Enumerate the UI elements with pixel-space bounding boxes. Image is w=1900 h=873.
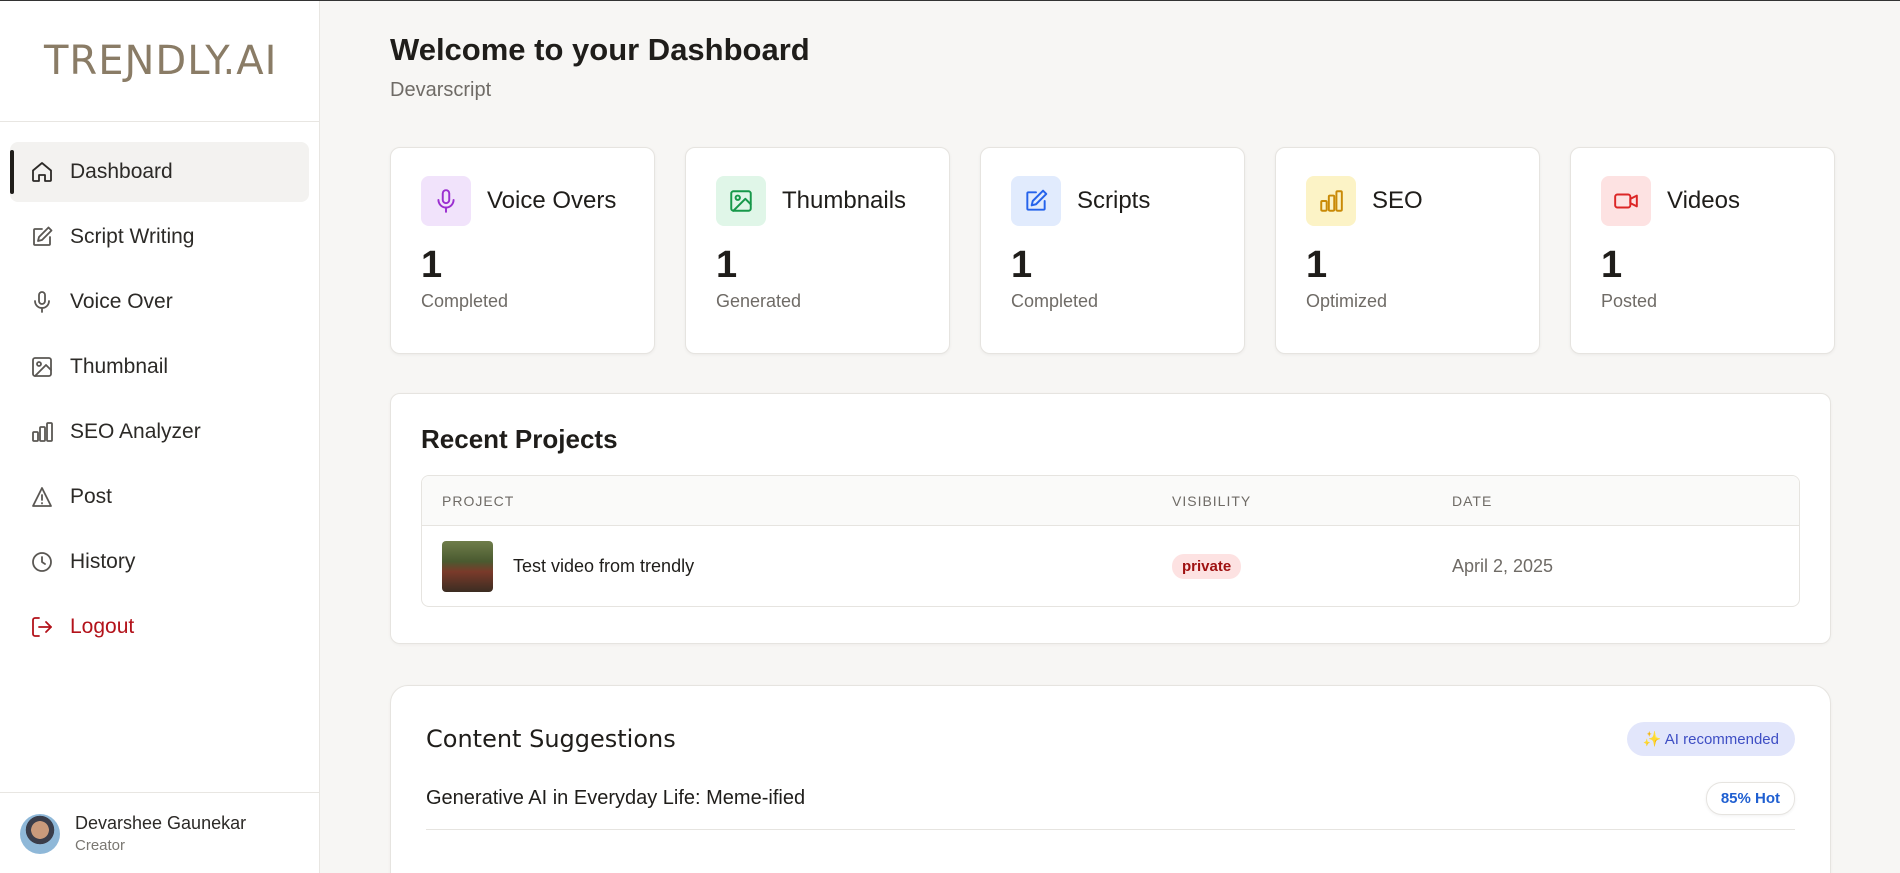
edit-icon	[30, 225, 54, 249]
stat-desc: Optimized	[1306, 291, 1388, 311]
stat-card-seo[interactable]: SEO 1 Optimized	[1275, 147, 1540, 354]
avatar	[20, 813, 60, 854]
edit-icon	[1011, 176, 1061, 226]
table-row[interactable]: Test video from trendly private April 2,…	[422, 526, 1799, 606]
profile-name: Devarshee Gaunekar	[75, 813, 247, 833]
sidebar-item-label: Thumbnail	[70, 355, 169, 378]
sidebar-item-history[interactable]: History	[10, 532, 309, 592]
page-subtitle: Devarscript	[390, 79, 492, 101]
sidebar-item-label: SEO Analyzer	[70, 420, 201, 443]
column-header-visibility: VISIBILITY	[1172, 492, 1252, 509]
stat-value: 1	[1011, 244, 1033, 286]
project-name[interactable]: Test video from trendly	[513, 556, 694, 577]
sidebar-item-script-writing[interactable]: Script Writing	[10, 207, 309, 267]
sidebar-item-label: Script Writing	[70, 225, 195, 248]
suggestion-title: Generative AI in Everyday Life: Meme-ifi…	[426, 787, 806, 809]
bar-chart-icon	[30, 420, 54, 444]
navigation-icon	[30, 485, 54, 509]
stat-desc: Completed	[1011, 291, 1099, 311]
project-thumbnail	[442, 540, 493, 592]
stat-value: 1	[1601, 244, 1623, 286]
sidebar-item-post[interactable]: Post	[10, 467, 309, 527]
stat-desc: Generated	[716, 291, 802, 311]
sidebar-item-dashboard[interactable]: Dashboard	[10, 142, 309, 202]
stat-label: Videos	[1667, 187, 1740, 214]
bar-chart-icon	[1306, 176, 1356, 226]
sidebar-item-thumbnail[interactable]: Thumbnail	[10, 337, 309, 397]
stat-desc: Posted	[1601, 291, 1658, 311]
stat-card-scripts[interactable]: Scripts 1 Completed	[980, 147, 1245, 354]
column-header-project: PROJECT	[442, 492, 515, 509]
logo-area: TREƝDLY.AI	[0, 1, 319, 122]
column-header-date: DATE	[1452, 492, 1493, 509]
stat-value: 1	[1306, 244, 1328, 286]
sidebar: TREƝDLY.AI Dashboard Script Writing Voic…	[0, 1, 320, 873]
page-title: Welcome to your Dashboard	[390, 32, 810, 67]
brand-logo[interactable]: TREƝDLY.AI	[44, 38, 277, 84]
sidebar-item-label: Dashboard	[70, 160, 173, 183]
recent-projects-card: Recent Projects PROJECT VISIBILITY DATE …	[390, 393, 1831, 644]
image-icon	[30, 355, 54, 379]
project-date: April 2, 2025	[1452, 555, 1554, 576]
mic-icon	[421, 176, 471, 226]
stat-card-videos[interactable]: Videos 1 Posted	[1570, 147, 1835, 354]
sidebar-item-label: History	[70, 550, 136, 573]
stat-desc: Completed	[421, 291, 509, 311]
content-suggestions-title: Content Suggestions	[426, 725, 676, 753]
stat-card-thumbnails[interactable]: Thumbnails 1 Generated	[685, 147, 950, 354]
sidebar-item-seo-analyzer[interactable]: SEO Analyzer	[10, 402, 309, 462]
clock-icon	[30, 550, 54, 574]
mic-icon	[30, 290, 54, 314]
home-icon	[30, 160, 54, 184]
recent-projects-title: Recent Projects	[421, 424, 618, 454]
stat-value: 1	[716, 244, 738, 286]
stat-label: Scripts	[1077, 187, 1151, 214]
logout-icon	[30, 615, 54, 639]
user-profile[interactable]: Devarshee Gaunekar Creator	[0, 792, 320, 873]
content-suggestions-card: Content Suggestions ✨ AI recommended Gen…	[390, 685, 1831, 873]
sidebar-item-voice-over[interactable]: Voice Over	[10, 272, 309, 332]
sidebar-item-logout[interactable]: Logout	[10, 597, 309, 657]
stat-label: SEO	[1372, 187, 1423, 214]
ai-recommended-badge: ✨ AI recommended	[1626, 722, 1795, 756]
table-header: PROJECT VISIBILITY DATE	[422, 476, 1799, 526]
stat-value: 1	[421, 244, 443, 286]
sidebar-item-label: Logout	[70, 615, 135, 638]
projects-table: PROJECT VISIBILITY DATE Test video from …	[421, 475, 1800, 607]
sidebar-item-label: Post	[70, 485, 113, 508]
suggestion-item[interactable]: Generative AI in Everyday Life: Meme-ifi…	[426, 782, 1795, 830]
stat-card-voice-overs[interactable]: Voice Overs 1 Completed	[390, 147, 655, 354]
profile-role: Creator	[75, 837, 126, 854]
sidebar-nav: Dashboard Script Writing Voice Over Thum…	[0, 122, 319, 657]
stat-label: Voice Overs	[487, 187, 617, 214]
hot-badge: 85% Hot	[1705, 782, 1795, 815]
video-icon	[1601, 176, 1651, 226]
visibility-badge: private	[1172, 553, 1242, 579]
sidebar-item-label: Voice Over	[70, 290, 173, 313]
stat-label: Thumbnails	[782, 187, 907, 214]
stats-row: Voice Overs 1 Completed Thumbnails 1 Gen…	[390, 147, 1835, 354]
image-icon	[716, 176, 766, 226]
